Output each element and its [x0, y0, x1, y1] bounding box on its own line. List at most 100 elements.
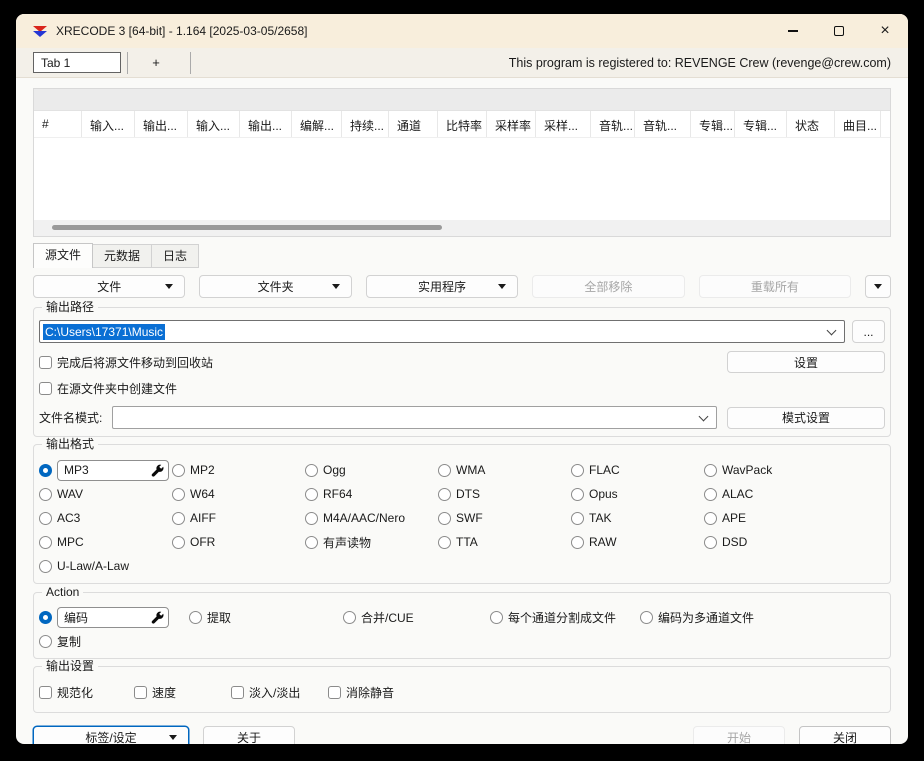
utilities-menu-button[interactable]: 实用程序	[366, 275, 518, 298]
format-radio[interactable]	[39, 560, 52, 573]
filename-pattern-combobox[interactable]	[112, 406, 717, 429]
minimize-button[interactable]	[770, 14, 816, 48]
format-radio[interactable]	[172, 512, 185, 525]
format-option[interactable]: DSD	[704, 530, 837, 554]
create-in-source-option[interactable]: 在源文件夹中创建文件	[39, 380, 177, 397]
action-radio[interactable]	[189, 611, 202, 624]
table-column-header[interactable]: 输出...	[135, 111, 188, 137]
format-option[interactable]: APE	[704, 506, 837, 530]
table-body[interactable]	[34, 138, 890, 220]
close-dialog-button[interactable]: 关闭	[799, 726, 891, 744]
table-column-header[interactable]: 曲目...	[835, 111, 881, 137]
output-setting-checkbox[interactable]	[231, 686, 244, 699]
action-radio[interactable]	[640, 611, 653, 624]
format-option[interactable]: DTS	[438, 482, 571, 506]
format-radio[interactable]	[438, 464, 451, 477]
format-radio[interactable]	[172, 488, 185, 501]
format-radio[interactable]	[571, 536, 584, 549]
format-radio[interactable]	[172, 464, 185, 477]
move-to-recycle-option[interactable]: 完成后将源文件移动到回收站	[39, 354, 213, 371]
format-radio[interactable]	[438, 512, 451, 525]
format-radio[interactable]	[438, 488, 451, 501]
format-radio[interactable]	[704, 488, 717, 501]
action-option[interactable]: 每个通道分割成文件	[490, 605, 640, 629]
browse-button[interactable]: ...	[852, 320, 885, 343]
output-setting-option[interactable]: 速度	[134, 684, 231, 701]
table-column-header[interactable]: 输出...	[240, 111, 292, 137]
format-option[interactable]: SWF	[438, 506, 571, 530]
format-radio[interactable]	[39, 464, 52, 477]
table-column-header[interactable]: 输入...	[82, 111, 135, 137]
remove-all-button[interactable]: 全部移除	[532, 275, 684, 298]
output-setting-option[interactable]: 规范化	[39, 684, 134, 701]
about-button[interactable]: 关于	[203, 726, 295, 744]
format-option[interactable]: OFR	[172, 530, 305, 554]
format-option[interactable]: AC3	[39, 506, 172, 530]
horizontal-scrollbar[interactable]	[34, 220, 890, 236]
table-column-header[interactable]: 采样...	[536, 111, 591, 137]
format-option[interactable]: M4A/AAC/Nero	[305, 506, 438, 530]
folder-menu-button[interactable]: 文件夹	[199, 275, 351, 298]
format-option[interactable]: W64	[172, 482, 305, 506]
output-setting-option[interactable]: 消除静音	[328, 684, 394, 701]
action-settings-combo[interactable]: 编码	[57, 607, 169, 628]
format-option[interactable]: Ogg	[305, 458, 438, 482]
action-option[interactable]: 编码	[39, 605, 189, 629]
format-option[interactable]: MP3	[39, 458, 172, 482]
output-setting-option[interactable]: 淡入/淡出	[231, 684, 328, 701]
format-radio[interactable]	[39, 536, 52, 549]
action-option[interactable]: 合并/CUE	[343, 605, 490, 629]
format-radio[interactable]	[39, 512, 52, 525]
toolbar-more-button[interactable]	[865, 275, 891, 298]
table-column-header[interactable]: 持续...	[342, 111, 389, 137]
format-option[interactable]: Opus	[571, 482, 704, 506]
table-column-header[interactable]: 采样率	[487, 111, 536, 137]
tab-source-files[interactable]: 源文件	[33, 243, 93, 268]
table-column-header[interactable]: 专辑...	[691, 111, 735, 137]
action-radio[interactable]	[490, 611, 503, 624]
tab-log[interactable]: 日志	[151, 244, 199, 268]
table-column-header[interactable]: 输入...	[188, 111, 240, 137]
table-column-header[interactable]: #	[34, 111, 82, 137]
format-radio[interactable]	[305, 488, 318, 501]
format-option[interactable]: TAK	[571, 506, 704, 530]
add-tab-button[interactable]: +	[128, 55, 184, 70]
format-radio[interactable]	[305, 512, 318, 525]
format-option[interactable]: WavPack	[704, 458, 837, 482]
action-radio[interactable]	[39, 611, 52, 624]
format-radio[interactable]	[571, 512, 584, 525]
tab-metadata[interactable]: 元数据	[92, 244, 152, 268]
format-radio[interactable]	[704, 464, 717, 477]
format-option[interactable]: RF64	[305, 482, 438, 506]
maximize-button[interactable]	[816, 14, 862, 48]
format-option[interactable]: MPC	[39, 530, 172, 554]
output-setting-checkbox[interactable]	[328, 686, 341, 699]
start-button[interactable]: 开始	[693, 726, 785, 744]
create-in-source-checkbox[interactable]	[39, 382, 52, 395]
format-option[interactable]: WMA	[438, 458, 571, 482]
format-option[interactable]: RAW	[571, 530, 704, 554]
tab-name-input[interactable]: Tab 1	[33, 52, 121, 73]
table-column-header[interactable]: 比特率	[438, 111, 487, 137]
format-radio[interactable]	[704, 512, 717, 525]
format-option[interactable]: U-Law/A-Law	[39, 554, 172, 578]
format-option[interactable]: AIFF	[172, 506, 305, 530]
format-settings-combo[interactable]: MP3	[57, 460, 169, 481]
output-setting-checkbox[interactable]	[134, 686, 147, 699]
format-radio[interactable]	[571, 488, 584, 501]
reload-all-button[interactable]: 重载所有	[699, 275, 851, 298]
table-column-header[interactable]: 音轨...	[591, 111, 635, 137]
action-radio[interactable]	[39, 635, 52, 648]
format-radio[interactable]	[438, 536, 451, 549]
action-radio[interactable]	[343, 611, 356, 624]
format-radio[interactable]	[571, 464, 584, 477]
tags-settings-button[interactable]: 标签/设定	[33, 726, 189, 744]
format-radio[interactable]	[305, 536, 318, 549]
action-option[interactable]: 编码为多通道文件	[640, 605, 754, 629]
pattern-settings-button[interactable]: 模式设置	[727, 407, 885, 429]
file-menu-button[interactable]: 文件	[33, 275, 185, 298]
format-radio[interactable]	[305, 464, 318, 477]
table-column-header[interactable]: 音轨...	[635, 111, 691, 137]
format-option[interactable]: TTA	[438, 530, 571, 554]
table-column-header[interactable]: 状态	[787, 111, 835, 137]
